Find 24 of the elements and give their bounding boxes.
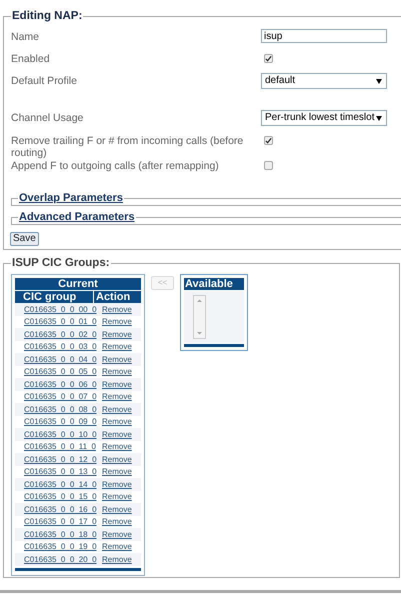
column-header: Action: [94, 291, 141, 304]
table-title: Current: [15, 278, 141, 290]
checkbox[interactable]: [264, 161, 273, 170]
section-toggle-link[interactable]: Overlap Parameters: [18, 192, 124, 204]
text-input[interactable]: isup: [261, 29, 387, 44]
column-header: CIC group: [15, 291, 93, 304]
dropdown[interactable]: Per-trunk lowest timeslot: [261, 110, 387, 126]
field-label: Enabled: [11, 53, 51, 66]
empty-list-scrollbar[interactable]: [193, 295, 206, 340]
dropdown-arrow-icon: [376, 116, 382, 121]
field-label: Name: [11, 31, 40, 44]
section-legend: ISUP CIC Groups:: [11, 255, 111, 272]
section-toggle-link[interactable]: Advanced Parameters: [18, 211, 136, 224]
field-label: Append F to outgoing calls (after remapping): [11, 160, 220, 172]
field-label: Default Profile: [11, 75, 78, 90]
dropdown[interactable]: default: [261, 73, 387, 90]
field-label: Channel Usage: [11, 112, 84, 126]
field-label: Remove trailing F or # from incoming calls (before routing): [11, 135, 244, 160]
save-button[interactable]: Save: [10, 232, 39, 246]
section-legend: Editing NAP:: [11, 8, 84, 26]
dropdown-arrow-icon: [376, 78, 382, 84]
checkbox[interactable]: [264, 54, 273, 64]
table-title: Available: [184, 278, 244, 290]
checkbox[interactable]: [264, 136, 273, 146]
